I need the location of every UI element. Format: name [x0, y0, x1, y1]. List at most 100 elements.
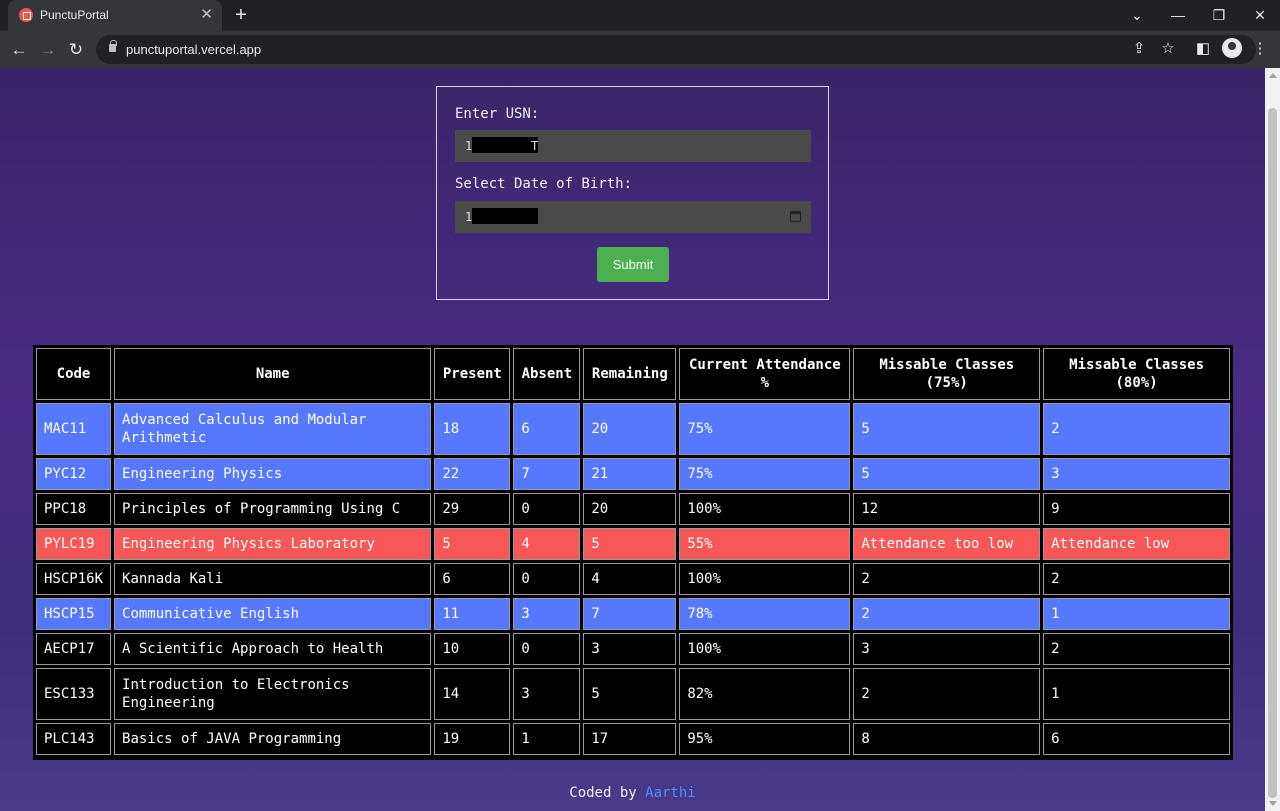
new-tab-icon[interactable]: +	[230, 4, 252, 26]
address-bar[interactable]: punctuportal.vercel.app	[96, 35, 1256, 64]
cell-attendance: 78%	[679, 598, 851, 630]
cell-absent: 3	[513, 598, 581, 630]
tab-title: PunctuPortal	[40, 8, 109, 22]
header-missable-75: Missable Classes (75%)	[853, 348, 1041, 400]
cell-name: A Scientific Approach to Health	[114, 633, 432, 665]
usn-input[interactable]: 1 T	[455, 130, 811, 162]
cell-missable-75: 3	[853, 633, 1041, 665]
cell-attendance: 75%	[679, 458, 851, 490]
scroll-up-arrow-icon[interactable]	[1269, 73, 1277, 78]
cell-missable-75: 2	[853, 598, 1041, 630]
share-icon[interactable]: ⇪	[1128, 38, 1150, 60]
tab-search-chevron-icon[interactable]: ⌄	[1124, 5, 1150, 25]
browser-toolbar: ← → ↻ punctuportal.vercel.app ⇪ ☆ ◧ ⋮	[0, 31, 1280, 68]
calendar-icon[interactable]	[790, 211, 801, 222]
redaction-block	[472, 137, 538, 153]
cell-present: 14	[434, 668, 511, 720]
table-row: PYC12 Engineering Physics 22 7 21 75% 5 3	[36, 458, 1230, 490]
cell-code: ESC133	[36, 668, 112, 720]
cell-name: Basics of JAVA Programming	[114, 723, 432, 755]
cell-missable-75: 12	[853, 493, 1041, 525]
usn-value-tail: T	[531, 139, 539, 153]
cell-name: Communicative English	[114, 598, 432, 630]
cell-code: AECP17	[36, 633, 112, 665]
cell-missable-75: 2	[853, 563, 1041, 595]
cell-remaining: 20	[583, 403, 677, 455]
cell-absent: 6	[513, 403, 581, 455]
site-favicon-icon	[19, 8, 33, 22]
cell-remaining: 7	[583, 598, 677, 630]
submit-button[interactable]: Submit	[597, 247, 669, 282]
table-row: PLC143 Basics of JAVA Programming 19 1 17 95%…	[36, 723, 1230, 755]
reload-icon[interactable]: ↻	[65, 39, 87, 61]
cell-attendance: 100%	[679, 633, 851, 665]
cell-attendance: 100%	[679, 493, 851, 525]
header-present: Present	[434, 348, 511, 400]
cell-present: 19	[434, 723, 511, 755]
header-remaining: Remaining	[583, 348, 677, 400]
cell-present: 6	[434, 563, 511, 595]
cell-code: PYC12	[36, 458, 112, 490]
cell-missable-75: Attendance too low	[853, 528, 1041, 560]
cell-name: Advanced Calculus and Modular Arithmetic	[114, 403, 432, 455]
page-scrollbar[interactable]	[1265, 68, 1280, 811]
cell-missable-80: 2	[1043, 563, 1230, 595]
cell-present: 29	[434, 493, 511, 525]
header-missable-80: Missable Classes (80%)	[1043, 348, 1230, 400]
close-tab-icon[interactable]: ✕	[200, 6, 213, 24]
cell-missable-80: Attendance low	[1043, 528, 1230, 560]
cell-missable-80: 3	[1043, 458, 1230, 490]
cell-name: Kannada Kali	[114, 563, 432, 595]
close-window-icon[interactable]: ✕	[1247, 5, 1273, 25]
browser-menu-icon[interactable]: ⋮	[1249, 38, 1271, 60]
table-row: PPC18 Principles of Programming Using C 29…	[36, 493, 1230, 525]
footer: Coded by Aarthi	[0, 785, 1265, 801]
cell-code: PYLC19	[36, 528, 112, 560]
author-link[interactable]: Aarthi	[645, 785, 696, 801]
cell-present: 22	[434, 458, 511, 490]
cell-missable-75: 2	[853, 668, 1041, 720]
cell-missable-80: 2	[1043, 403, 1230, 455]
footer-prefix: Coded by	[569, 785, 637, 801]
page-viewport: Enter USN: 1 T Select Date of Birth: 1 S…	[0, 68, 1265, 811]
tab-strip: PunctuPortal ✕ + ⌄ — ❐ ✕	[0, 0, 1280, 31]
restore-icon[interactable]: ❐	[1206, 5, 1232, 25]
cell-missable-80: 1	[1043, 598, 1230, 630]
cell-name: Introduction to Electronics Engineering	[114, 668, 432, 720]
cell-absent: 3	[513, 668, 581, 720]
usn-label: Enter USN:	[455, 106, 540, 122]
lock-icon	[109, 40, 117, 52]
cell-remaining: 5	[583, 668, 677, 720]
attendance-table-container: Code Name Present Absent Remaining Curre…	[33, 345, 1233, 760]
cell-missable-75: 8	[853, 723, 1041, 755]
cell-absent: 7	[513, 458, 581, 490]
table-header-row: Code Name Present Absent Remaining Curre…	[36, 348, 1230, 400]
forward-icon[interactable]: →	[37, 39, 59, 61]
cell-attendance: 95%	[679, 723, 851, 755]
table-row: HSCP16K Kannada Kali 6 0 4 100% 2 2	[36, 563, 1230, 595]
redaction-block	[472, 208, 538, 224]
login-form: Enter USN: 1 T Select Date of Birth: 1 S…	[436, 86, 829, 300]
cell-attendance: 100%	[679, 563, 851, 595]
attendance-table: Code Name Present Absent Remaining Curre…	[33, 345, 1233, 758]
profile-avatar-icon[interactable]	[1222, 38, 1242, 58]
cell-missable-75: 5	[853, 403, 1041, 455]
back-icon[interactable]: ←	[8, 39, 30, 61]
cell-absent: 0	[513, 633, 581, 665]
cell-attendance: 82%	[679, 668, 851, 720]
scroll-down-arrow-icon[interactable]	[1269, 801, 1277, 806]
header-absent: Absent	[513, 348, 581, 400]
cell-code: HSCP15	[36, 598, 112, 630]
cell-present: 10	[434, 633, 511, 665]
minimize-icon[interactable]: —	[1165, 5, 1191, 25]
side-panel-icon[interactable]: ◧	[1192, 38, 1214, 60]
cell-absent: 0	[513, 493, 581, 525]
cell-present: 18	[434, 403, 511, 455]
dob-date-input[interactable]: 1	[455, 201, 811, 233]
cell-absent: 4	[513, 528, 581, 560]
bookmark-star-icon[interactable]: ☆	[1157, 38, 1179, 60]
browser-tab[interactable]: PunctuPortal ✕	[8, 0, 222, 31]
cell-remaining: 3	[583, 633, 677, 665]
scrollbar-thumb[interactable]	[1268, 108, 1277, 798]
cell-remaining: 17	[583, 723, 677, 755]
